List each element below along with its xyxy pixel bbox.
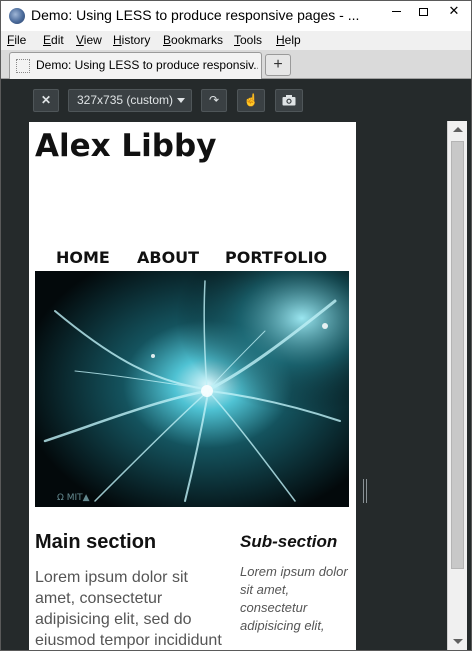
nav-link-portfolio[interactable]: PORTFOLIO [225, 248, 327, 267]
scroll-down-icon[interactable] [453, 639, 463, 644]
new-tab-button[interactable]: + [265, 54, 291, 76]
page-viewport[interactable]: Alex Libby HOME ABOUT PORTFOLIO Ω MIT▲ M… [29, 122, 356, 650]
site-title: Alex Libby [35, 128, 217, 164]
close-responsive-button[interactable]: ✕ [33, 89, 59, 112]
tab-active[interactable]: Demo: Using LESS to produce responsiv... [9, 52, 262, 79]
sub-section-heading: Sub-section [240, 532, 338, 551]
menu-edit[interactable]: Edit [43, 33, 64, 47]
touch-icon: ☝ [243, 93, 259, 107]
browser-window: Demo: Using LESS to produce responsive p… [0, 0, 472, 651]
hero-image: Ω MIT▲ [35, 271, 349, 507]
rotate-button[interactable]: ↷ [201, 89, 227, 112]
page-favicon-icon [16, 59, 30, 73]
rotate-icon: ↷ [208, 93, 220, 107]
hero-watermark: Ω MIT▲ [57, 493, 90, 503]
nav-link-home[interactable]: HOME [56, 248, 110, 267]
main-section-heading: Main section [35, 531, 157, 553]
close-icon: ✕ [40, 93, 52, 107]
scrollbar-thumb[interactable] [451, 141, 464, 569]
responsive-design-view: ✕ 327x735 (custom) ↷ ☝ Alex Libby HOME A [1, 79, 471, 650]
firefox-icon [9, 8, 25, 24]
close-window-button[interactable]: ✕ [437, 1, 471, 22]
main-section-text: Lorem ipsum dolor sit amet, consectetur … [35, 569, 222, 649]
viewport-size-select[interactable]: 327x735 (custom) [68, 89, 192, 112]
minimize-icon [392, 11, 401, 13]
viewport-size-value: 327x735 (custom) [77, 93, 174, 107]
maximize-button[interactable] [410, 1, 437, 22]
chevron-down-icon [177, 98, 185, 103]
menu-file[interactable]: File [7, 33, 26, 47]
camera-icon [282, 95, 296, 106]
close-icon: ✕ [448, 3, 460, 18]
screenshot-button[interactable] [275, 89, 303, 112]
tab-title: Demo: Using LESS to produce responsiv... [36, 58, 258, 72]
tab-strip: Demo: Using LESS to produce responsiv...… [1, 50, 471, 79]
viewport-resize-handle[interactable] [363, 479, 367, 503]
maximize-icon [419, 7, 428, 16]
vertical-scrollbar[interactable] [447, 121, 467, 650]
menu-tools[interactable]: Tools [234, 33, 262, 47]
menu-help[interactable]: Help [276, 33, 301, 47]
menu-history[interactable]: History [113, 33, 150, 47]
menu-bar: File Edit View History Bookmarks Tools H… [1, 31, 471, 50]
site-nav: HOME ABOUT PORTFOLIO [29, 248, 349, 272]
menu-bookmarks[interactable]: Bookmarks [163, 33, 223, 47]
nav-link-about[interactable]: ABOUT [137, 248, 199, 267]
title-bar[interactable]: Demo: Using LESS to produce responsive p… [1, 1, 471, 31]
window-title: Demo: Using LESS to produce responsive p… [31, 7, 360, 23]
menu-view[interactable]: View [76, 33, 102, 47]
plus-icon: + [273, 56, 283, 73]
minimize-button[interactable] [383, 1, 410, 22]
responsive-toolbar: ✕ 327x735 (custom) ↷ ☝ [1, 79, 471, 121]
abstract-artwork: Ω MIT▲ [35, 271, 349, 507]
scroll-up-icon[interactable] [453, 127, 463, 132]
touch-simulation-button[interactable]: ☝ [237, 89, 265, 112]
sub-section-text: Lorem ipsum dolor sit amet, consectetur … [240, 564, 348, 633]
